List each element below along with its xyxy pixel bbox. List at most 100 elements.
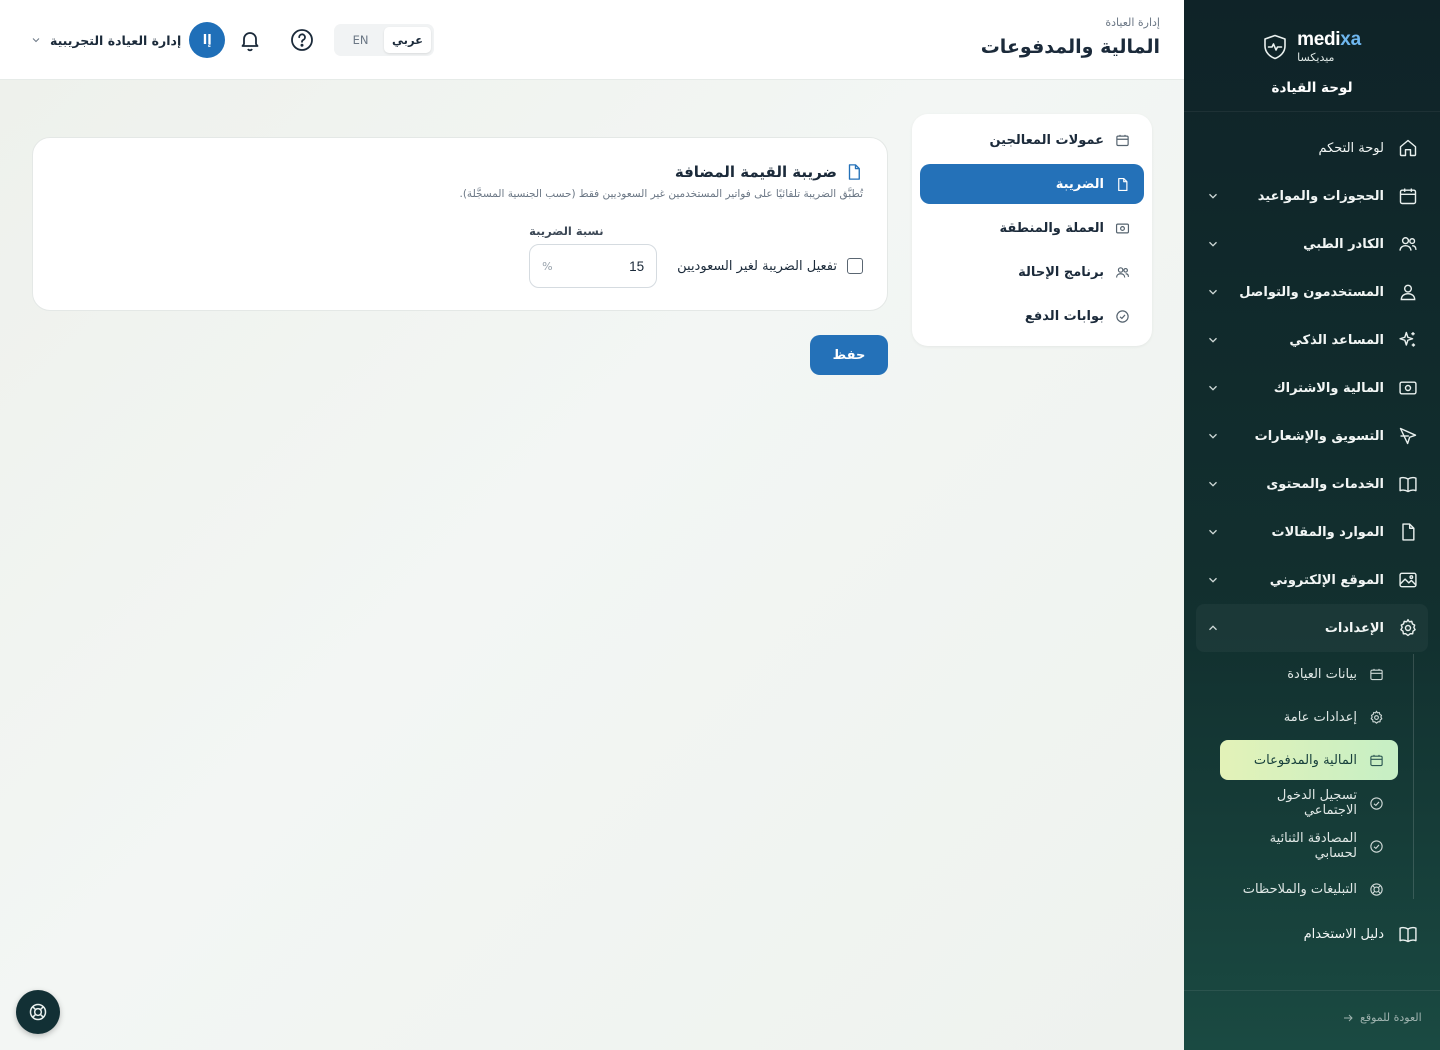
vat-description: تُطبَّق الضريبة تلقائيًا على فواتير المس… xyxy=(459,188,864,200)
tab-payment-gateways[interactable]: بوابات الدفع xyxy=(920,296,1144,336)
book-open-icon xyxy=(1398,924,1418,944)
tax-rate-value: 15 xyxy=(629,258,645,274)
submenu-clinic-data[interactable]: بيانات العيادة xyxy=(1220,654,1398,694)
home-icon xyxy=(1398,138,1418,158)
submenu-reports-notes[interactable]: التبليغات والملاحظات xyxy=(1220,869,1398,909)
tab-referral-program[interactable]: برنامج الإحالة xyxy=(920,252,1144,292)
sidebar-item-label: لوحة التحكم xyxy=(1318,140,1384,156)
shield-logo-icon xyxy=(1264,34,1286,59)
enable-tax-toggle[interactable]: تفعيل الضريبة لغير السعوديين xyxy=(677,244,863,288)
wallet-icon xyxy=(1114,132,1130,148)
check-circle-icon xyxy=(1114,308,1130,324)
bell-icon xyxy=(241,32,259,52)
back-to-site: العودة للموقع xyxy=(1184,990,1440,1050)
sidebar-item-bookings[interactable]: الحجوزات والمواعيد xyxy=(1196,172,1428,220)
tab-label: العملة والمنطقة xyxy=(999,220,1104,236)
back-to-site-link[interactable]: العودة للموقع xyxy=(1342,1011,1422,1024)
chevron-down-icon xyxy=(1209,337,1217,343)
sidebar-item-services[interactable]: الخدمات والمحتوى xyxy=(1196,460,1428,508)
tab-therapist-commissions[interactable]: عمولات المعالجين xyxy=(920,120,1144,160)
sidebar-item-medical-staff[interactable]: الكادر الطبي xyxy=(1196,220,1428,268)
tax-rate-field: نسبة الضريبة 15 % xyxy=(529,224,658,288)
tab-tax[interactable]: الضريبة xyxy=(920,164,1144,204)
brand-name-part: medi xyxy=(1297,29,1341,50)
brand-name-accent: xa xyxy=(1340,29,1361,50)
breadcrumb[interactable]: إدارة العيادة xyxy=(1105,16,1160,29)
lifebuoy-icon xyxy=(29,1003,47,1021)
check-circle-icon xyxy=(1369,796,1384,811)
submenu-general-settings[interactable]: إعدادات عامة xyxy=(1220,697,1398,737)
submenu-label: تسجيل الدخول الاجتماعي xyxy=(1276,788,1357,818)
percent-unit: % xyxy=(542,259,553,273)
submenu-social-login[interactable]: تسجيل الدخول الاجتماعي xyxy=(1220,783,1398,823)
sidebar-item-label: الموارد والمقالات xyxy=(1271,524,1384,540)
enable-tax-checkbox[interactable] xyxy=(847,258,863,274)
sidebar-item-label: الخدمات والمحتوى xyxy=(1266,476,1384,492)
chevron-down-icon xyxy=(1209,481,1217,487)
calendar-icon xyxy=(1398,186,1418,206)
submenu-two-factor[interactable]: المصادقة الثنائية لحسابي xyxy=(1220,826,1398,866)
submenu-label: بيانات العيادة xyxy=(1287,666,1357,682)
gear-icon xyxy=(1369,710,1384,725)
tab-currency-region[interactable]: العملة والمنطقة xyxy=(920,208,1144,248)
users-icon xyxy=(1398,234,1418,254)
chevron-down-icon xyxy=(32,38,40,43)
tax-rate-input[interactable]: 15 % xyxy=(529,244,658,288)
support-fab[interactable] xyxy=(16,990,60,1034)
send-icon xyxy=(1398,426,1418,446)
enable-tax-label: تفعيل الضريبة لغير السعوديين xyxy=(677,258,837,274)
sidebar-item-users[interactable]: المستخدمون والتواصل xyxy=(1196,268,1428,316)
submenu-label: التبليغات والملاحظات xyxy=(1242,881,1357,897)
arrow-right-icon xyxy=(1344,1014,1353,1021)
dashboard-title: لوحة القيادة xyxy=(1271,80,1353,96)
sidebar-item-website[interactable]: الموقع الإلكتروني xyxy=(1196,556,1428,604)
file-icon xyxy=(848,164,860,180)
notifications-button[interactable] xyxy=(236,26,264,54)
sidebar-item-marketing[interactable]: التسويق والإشعارات xyxy=(1196,412,1428,460)
sidebar-item-label: الحجوزات والمواعيد xyxy=(1257,188,1384,204)
check-circle-icon xyxy=(1369,839,1384,854)
lang-option-en[interactable]: EN xyxy=(337,27,384,53)
sidebar-item-resources[interactable]: الموارد والمقالات xyxy=(1196,508,1428,556)
lang-option-ar[interactable]: عربي xyxy=(384,27,431,53)
sidebar-item-label: الإعدادات xyxy=(1324,620,1384,636)
language-switcher: عربي EN xyxy=(334,24,434,56)
page-title: المالية والمدفوعات xyxy=(980,36,1160,58)
save-button[interactable]: حفظ xyxy=(810,335,888,375)
brand: medixa ميديكسا لوحة القيادة xyxy=(1184,0,1440,112)
chevron-down-icon xyxy=(1209,289,1217,295)
sidebar-item-label: التسويق والإشعارات xyxy=(1254,428,1384,444)
chevron-down-icon xyxy=(1209,577,1217,583)
user-icon xyxy=(1398,282,1418,302)
file-icon xyxy=(1398,522,1418,542)
tab-label: بوابات الدفع xyxy=(1024,308,1104,324)
top-header: إدارة العيادة المالية والمدفوعات عربي EN… xyxy=(0,0,1184,80)
brand-logo[interactable]: medixa ميديكسا xyxy=(1184,30,1440,63)
user-menu[interactable]: إا إدارة العيادة التجريبية xyxy=(30,22,226,58)
sidebar-item-user-guide[interactable]: دليل الاستخدام xyxy=(1196,910,1428,958)
image-icon xyxy=(1398,570,1418,590)
brand-name: medixa xyxy=(1297,30,1361,49)
file-icon xyxy=(1114,176,1130,192)
sidebar: medixa ميديكسا لوحة القيادة لوحة التحكم … xyxy=(1184,0,1440,1050)
users-icon xyxy=(1114,264,1130,280)
sidebar-nav: لوحة التحكم الحجوزات والمواعيد الكادر ال… xyxy=(1196,124,1428,958)
chevron-down-icon xyxy=(1209,433,1217,439)
sidebar-item-settings[interactable]: الإعدادات xyxy=(1196,604,1428,652)
vat-title: ضريبة القيمة المضافة xyxy=(674,163,837,181)
submenu-finance-payments[interactable]: المالية والمدفوعات xyxy=(1220,740,1398,780)
sidebar-item-label: المالية والاشتراك xyxy=(1273,380,1384,396)
sidebar-item-finance-subscription[interactable]: المالية والاشتراك xyxy=(1196,364,1428,412)
tax-rate-label: نسبة الضريبة xyxy=(529,224,604,238)
help-button[interactable] xyxy=(288,26,316,54)
sidebar-item-label: الموقع الإلكتروني xyxy=(1269,572,1384,588)
chevron-down-icon xyxy=(1209,193,1217,199)
chevron-down-icon xyxy=(1209,529,1217,535)
chevron-up-icon xyxy=(1209,625,1217,631)
back-to-site-label: العودة للموقع xyxy=(1360,1011,1422,1024)
sidebar-item-label: دليل الاستخدام xyxy=(1303,926,1384,942)
settings-submenu: بيانات العيادة إعدادات عامة المالية والم… xyxy=(1196,654,1428,909)
sidebar-item-ai-assistant[interactable]: المساعد الذكي xyxy=(1196,316,1428,364)
sidebar-item-dashboard[interactable]: لوحة التحكم xyxy=(1196,124,1428,172)
tab-label: برنامج الإحالة xyxy=(1018,264,1104,280)
